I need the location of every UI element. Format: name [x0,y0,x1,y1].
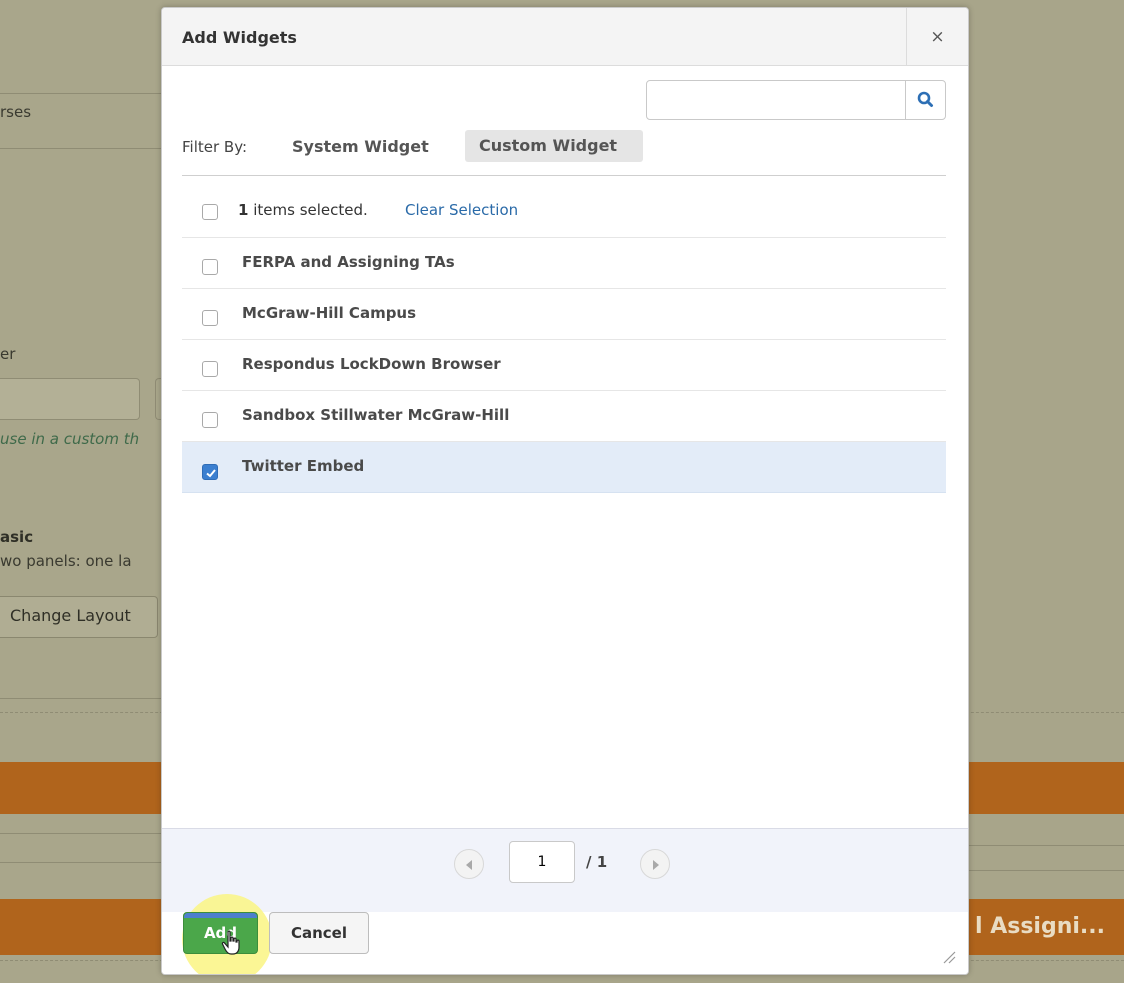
widget-checkbox[interactable] [202,310,218,326]
widget-checkbox[interactable] [202,361,218,377]
divider [0,698,162,699]
background-left-panel: rses er use in a custom th asic wo panel… [0,0,162,983]
selection-summary: 1 items selected. Clear Selection [182,180,946,238]
dialog-title: Add Widgets [182,28,297,47]
filter-custom-widget[interactable]: Custom Widget [465,130,643,162]
selection-text: 1 items selected. [238,201,368,219]
widget-label: Sandbox Stillwater McGraw-Hill [242,406,510,424]
widget-item[interactable]: Respondus LockDown Browser [182,340,946,391]
background-text: er [0,345,16,363]
cancel-button[interactable]: Cancel [269,912,369,954]
change-layout-button: Change Layout [0,596,158,638]
hand-cursor-icon [221,930,240,955]
widget-checkbox[interactable] [202,412,218,428]
divider [182,175,946,176]
search-input[interactable] [647,81,907,119]
pagination: / 1 [162,828,968,912]
search-button[interactable] [905,81,945,119]
background-layout-desc: wo panels: one la [0,552,132,570]
divider [0,862,162,863]
checkmark-icon [206,469,216,478]
background-layout-name: asic [0,528,34,546]
widget-item-selected[interactable]: Twitter Embed [182,442,946,493]
page-number-input[interactable] [509,841,575,883]
prev-page-button[interactable] [454,849,484,879]
clear-selection-link[interactable]: Clear Selection [405,201,518,219]
close-icon: × [930,27,945,47]
close-button[interactable]: × [906,8,968,66]
divider [0,93,162,94]
background-input [0,378,140,420]
chevron-right-icon [653,860,659,870]
dialog-header: Add Widgets × [162,8,968,66]
widget-item[interactable]: FERPA and Assigning TAs [182,238,946,289]
widget-checkbox-checked[interactable] [202,464,218,480]
select-all-checkbox[interactable] [202,204,218,220]
divider [968,845,1124,846]
widget-label: McGraw-Hill Campus [242,304,417,322]
background-hint: use in a custom th [0,430,140,448]
widget-label: Respondus LockDown Browser [242,355,501,373]
add-widgets-dialog: Add Widgets × Filter By: System Widget C… [161,7,969,975]
search-box [646,80,946,120]
divider [968,870,1124,871]
filter-label: Filter By: [182,138,248,156]
background-heading: l Assigni... [975,914,1105,939]
widget-label: FERPA and Assigning TAs [242,253,455,271]
widget-item[interactable]: Sandbox Stillwater McGraw-Hill [182,391,946,442]
selection-count: 1 [238,201,249,219]
background-text: rses [0,103,32,121]
next-page-button[interactable] [640,849,670,879]
resize-handle-icon[interactable] [942,950,956,964]
filter-system-widget[interactable]: System Widget [284,131,437,163]
widget-label: Twitter Embed [242,457,365,475]
widget-checkbox[interactable] [202,259,218,275]
selection-label: items selected. [253,201,368,219]
search-icon [917,91,933,107]
page-total: / 1 [586,853,608,871]
divider [0,148,162,149]
chevron-left-icon [466,860,472,870]
widget-item[interactable]: McGraw-Hill Campus [182,289,946,340]
divider [0,833,162,834]
